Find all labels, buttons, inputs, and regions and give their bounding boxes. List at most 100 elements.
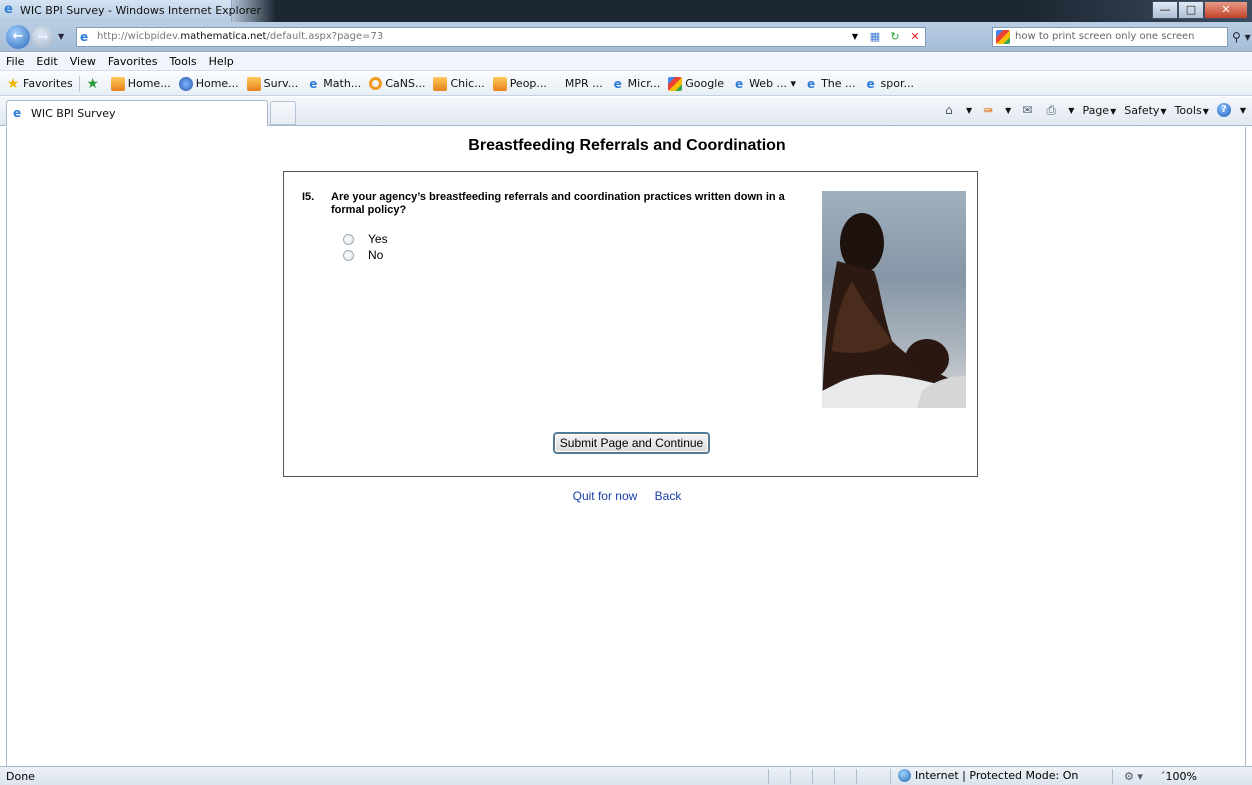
favorites-separator <box>78 75 80 92</box>
print-icon[interactable]: ⎙ <box>1043 103 1059 117</box>
menu-tools[interactable]: Tools <box>170 55 197 68</box>
option-no[interactable]: No <box>343 248 383 262</box>
tab-wic-bpi-survey[interactable]: e WIC BPI Survey <box>6 100 268 126</box>
ring-icon <box>369 77 383 90</box>
mother-breastfeeding-photo <box>822 191 966 408</box>
favorite-link-0[interactable]: Home... <box>110 76 171 91</box>
maximize-button[interactable]: □ <box>1178 1 1204 19</box>
menu-view[interactable]: View <box>70 55 96 68</box>
favorite-link-4[interactable]: CaNS... <box>369 77 425 90</box>
status-divider <box>790 769 791 784</box>
star-icon: ★ <box>6 75 20 92</box>
back-button[interactable]: ← <box>6 25 30 49</box>
web-slice-icon <box>110 76 125 91</box>
favorites-bar: ★ Favorites ★ Home... Home... Surv... eM… <box>0 72 1252 96</box>
close-button[interactable]: ✕ <box>1204 1 1248 19</box>
ie-page-icon: e <box>613 76 622 91</box>
status-divider <box>768 769 769 784</box>
favorite-link-5[interactable]: Chic... <box>433 76 485 91</box>
ie-logo-icon: e <box>4 2 13 17</box>
favorite-link-3[interactable]: e Math... <box>306 77 361 91</box>
command-bar: ⌂ ▼ ⇛ ▼ ✉ ⎙ ▼ Page▼ Safety▼ Tools▼ ? ▼ <box>941 103 1246 117</box>
print-dropdown-icon[interactable]: ▼ <box>1068 106 1074 115</box>
safety-menu[interactable]: Safety▼ <box>1124 104 1166 117</box>
address-bar[interactable]: e http://wicbpidev.mathematica.net/defau… <box>76 27 926 47</box>
favorite-link-11[interactable]: e The ... <box>804 76 856 91</box>
search-box[interactable]: how to print screen only one screen <box>992 27 1228 47</box>
favorite-link-12[interactable]: e spor... <box>864 77 914 91</box>
menu-bar: File Edit View Favorites Tools Help <box>0 53 1252 71</box>
address-toolbar: ← → ▼ e http://wicbpidev.mathematica.net… <box>0 22 1252 52</box>
protected-mode-icon[interactable]: ⚙ ▾ <box>1124 770 1143 783</box>
refresh-icon[interactable]: ↻ <box>887 29 903 45</box>
submit-button[interactable]: Submit Page and Continue <box>553 432 710 454</box>
status-divider <box>812 769 813 784</box>
favorite-link-6[interactable]: Peop... <box>492 76 547 91</box>
tab-label: WIC BPI Survey <box>31 107 116 120</box>
question-number: I5. <box>302 191 315 203</box>
quit-link[interactable]: Quit for now <box>573 489 638 503</box>
menu-edit[interactable]: Edit <box>36 55 57 68</box>
radio-yes[interactable] <box>343 233 354 245</box>
status-divider <box>834 769 835 784</box>
option-yes-label: Yes <box>368 232 388 246</box>
option-yes[interactable]: Yes <box>343 232 388 246</box>
title-area: e WIC BPI Survey - Windows Internet Expl… <box>0 0 261 22</box>
page-menu[interactable]: Page▼ <box>1082 104 1116 117</box>
question-panel: I5. Are your agency’s breastfeeding refe… <box>283 171 978 477</box>
ie-page-icon: e <box>309 76 318 91</box>
zoom-level[interactable]: ´100% <box>1160 770 1197 783</box>
favorite-link-7[interactable]: MPR ... <box>565 77 603 90</box>
add-favorite-button[interactable]: ★ <box>86 77 103 91</box>
favorite-link-1[interactable]: Home... <box>178 76 239 91</box>
tools-menu[interactable]: Tools▼ <box>1175 104 1209 117</box>
search-input[interactable]: how to print screen only one screen <box>1015 31 1195 42</box>
url-text[interactable]: http://wicbpidev.mathematica.net/default… <box>97 31 383 42</box>
address-tools: ▼ ▦ ↻ ✕ <box>847 29 923 45</box>
security-zone[interactable]: Internet | Protected Mode: On <box>898 769 1078 782</box>
favorite-link-8[interactable]: e Micr... <box>611 77 661 91</box>
stop-icon[interactable]: ✕ <box>907 29 923 45</box>
question-text: Are your agency’s breastfeeding referral… <box>331 191 785 216</box>
page-title: Breastfeeding Referrals and Coordination <box>468 137 786 154</box>
site-icon <box>178 76 193 91</box>
menu-help[interactable]: Help <box>209 55 234 68</box>
recent-pages-dropdown[interactable]: ▼ <box>58 32 64 41</box>
compatibility-view-icon[interactable]: ▦ <box>867 29 883 45</box>
forward-button[interactable]: → <box>32 26 54 48</box>
feeds-icon[interactable]: ⇛ <box>980 103 996 117</box>
radio-no[interactable] <box>343 249 354 261</box>
back-link[interactable]: Back <box>655 489 682 503</box>
status-divider <box>890 769 891 784</box>
status-divider <box>1112 769 1113 784</box>
mail-icon[interactable]: ✉ <box>1019 103 1035 117</box>
favorite-link-10[interactable]: e Web ... ▾ <box>732 77 796 91</box>
tab-row: e WIC BPI Survey ⌂ ▼ ⇛ ▼ ✉ ⎙ ▼ Page▼ Safety… <box>0 97 1252 126</box>
favorites-button[interactable]: ★ Favorites <box>6 77 73 91</box>
status-text: Done <box>6 770 35 783</box>
feeds-dropdown-icon[interactable]: ▼ <box>1005 106 1011 115</box>
home-icon[interactable]: ⌂ <box>941 103 957 117</box>
google-icon <box>996 30 1010 44</box>
help-icon[interactable]: ? <box>1216 103 1231 117</box>
help-dropdown-icon[interactable]: ▼ <box>1240 106 1246 115</box>
browser-window: e WIC BPI Survey - Windows Internet Expl… <box>0 0 1252 785</box>
ie-page-icon: e <box>735 76 744 91</box>
ie-page-icon: e <box>807 76 816 91</box>
minimize-button[interactable]: — <box>1152 1 1178 19</box>
favorite-link-2[interactable]: Surv... <box>246 76 298 91</box>
option-no-label: No <box>368 248 384 262</box>
menu-file[interactable]: File <box>6 55 24 68</box>
new-tab-button[interactable] <box>270 101 296 125</box>
favorite-link-9[interactable]: Google <box>668 76 724 91</box>
page-content: Breastfeeding Referrals and Coordination… <box>6 127 1246 766</box>
search-icon[interactable]: ⚲ ▾ <box>1232 30 1251 44</box>
web-slice-icon <box>246 76 261 91</box>
ie-page-icon: e <box>13 106 22 120</box>
menu-favorites[interactable]: Favorites <box>108 55 158 68</box>
ie-page-icon: e <box>866 76 875 91</box>
address-dropdown-icon[interactable]: ▼ <box>847 29 863 45</box>
home-dropdown-icon[interactable]: ▼ <box>966 106 972 115</box>
status-divider <box>856 769 857 784</box>
add-to-favorites-icon: ★ <box>86 75 99 92</box>
